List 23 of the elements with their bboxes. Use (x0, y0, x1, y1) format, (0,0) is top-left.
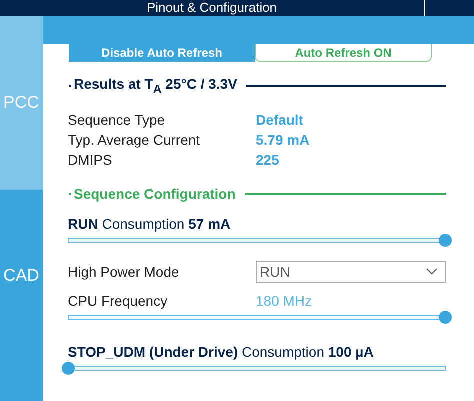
section-heading: Sequence Configuration (74, 186, 236, 202)
slider-thumb[interactable] (62, 362, 75, 375)
slider-thumb[interactable] (439, 310, 452, 324)
sidebar-tab[interactable]: CAD (0, 190, 43, 401)
refresh-toggle-button[interactable]: Auto Refresh ON (255, 44, 432, 62)
result-label: Sequence Type (68, 112, 166, 128)
sidebar-tab[interactable]: PCC (0, 16, 43, 190)
consumption-label: STOP_UDM (Under Drive) Consumption 100 µA (68, 344, 375, 360)
slider-thumb[interactable] (439, 234, 452, 247)
disable-refresh-button[interactable]: Disable Auto Refresh (69, 44, 255, 62)
frequency-value: 180 MHz (256, 292, 312, 309)
result-label: DMIPS (68, 152, 114, 168)
result-value: 225 (256, 152, 280, 168)
field-label: CPU Frequency (68, 292, 169, 309)
window-title: Pinout & Configuration (146, 0, 278, 16)
section-heading: Results at T$_{A}$ 25°C / 3.3V (74, 76, 238, 96)
result-value: 5.79 mA (256, 132, 310, 148)
mode-dropdown[interactable]: RUN (256, 260, 446, 283)
chevron-icon (426, 268, 438, 276)
field-label: High Power Mode (68, 264, 180, 280)
result-label: Typ. Average Current (68, 132, 202, 148)
consumption-label: RUN Consumption 57 mA (68, 216, 232, 232)
result-value: Default (256, 112, 304, 128)
